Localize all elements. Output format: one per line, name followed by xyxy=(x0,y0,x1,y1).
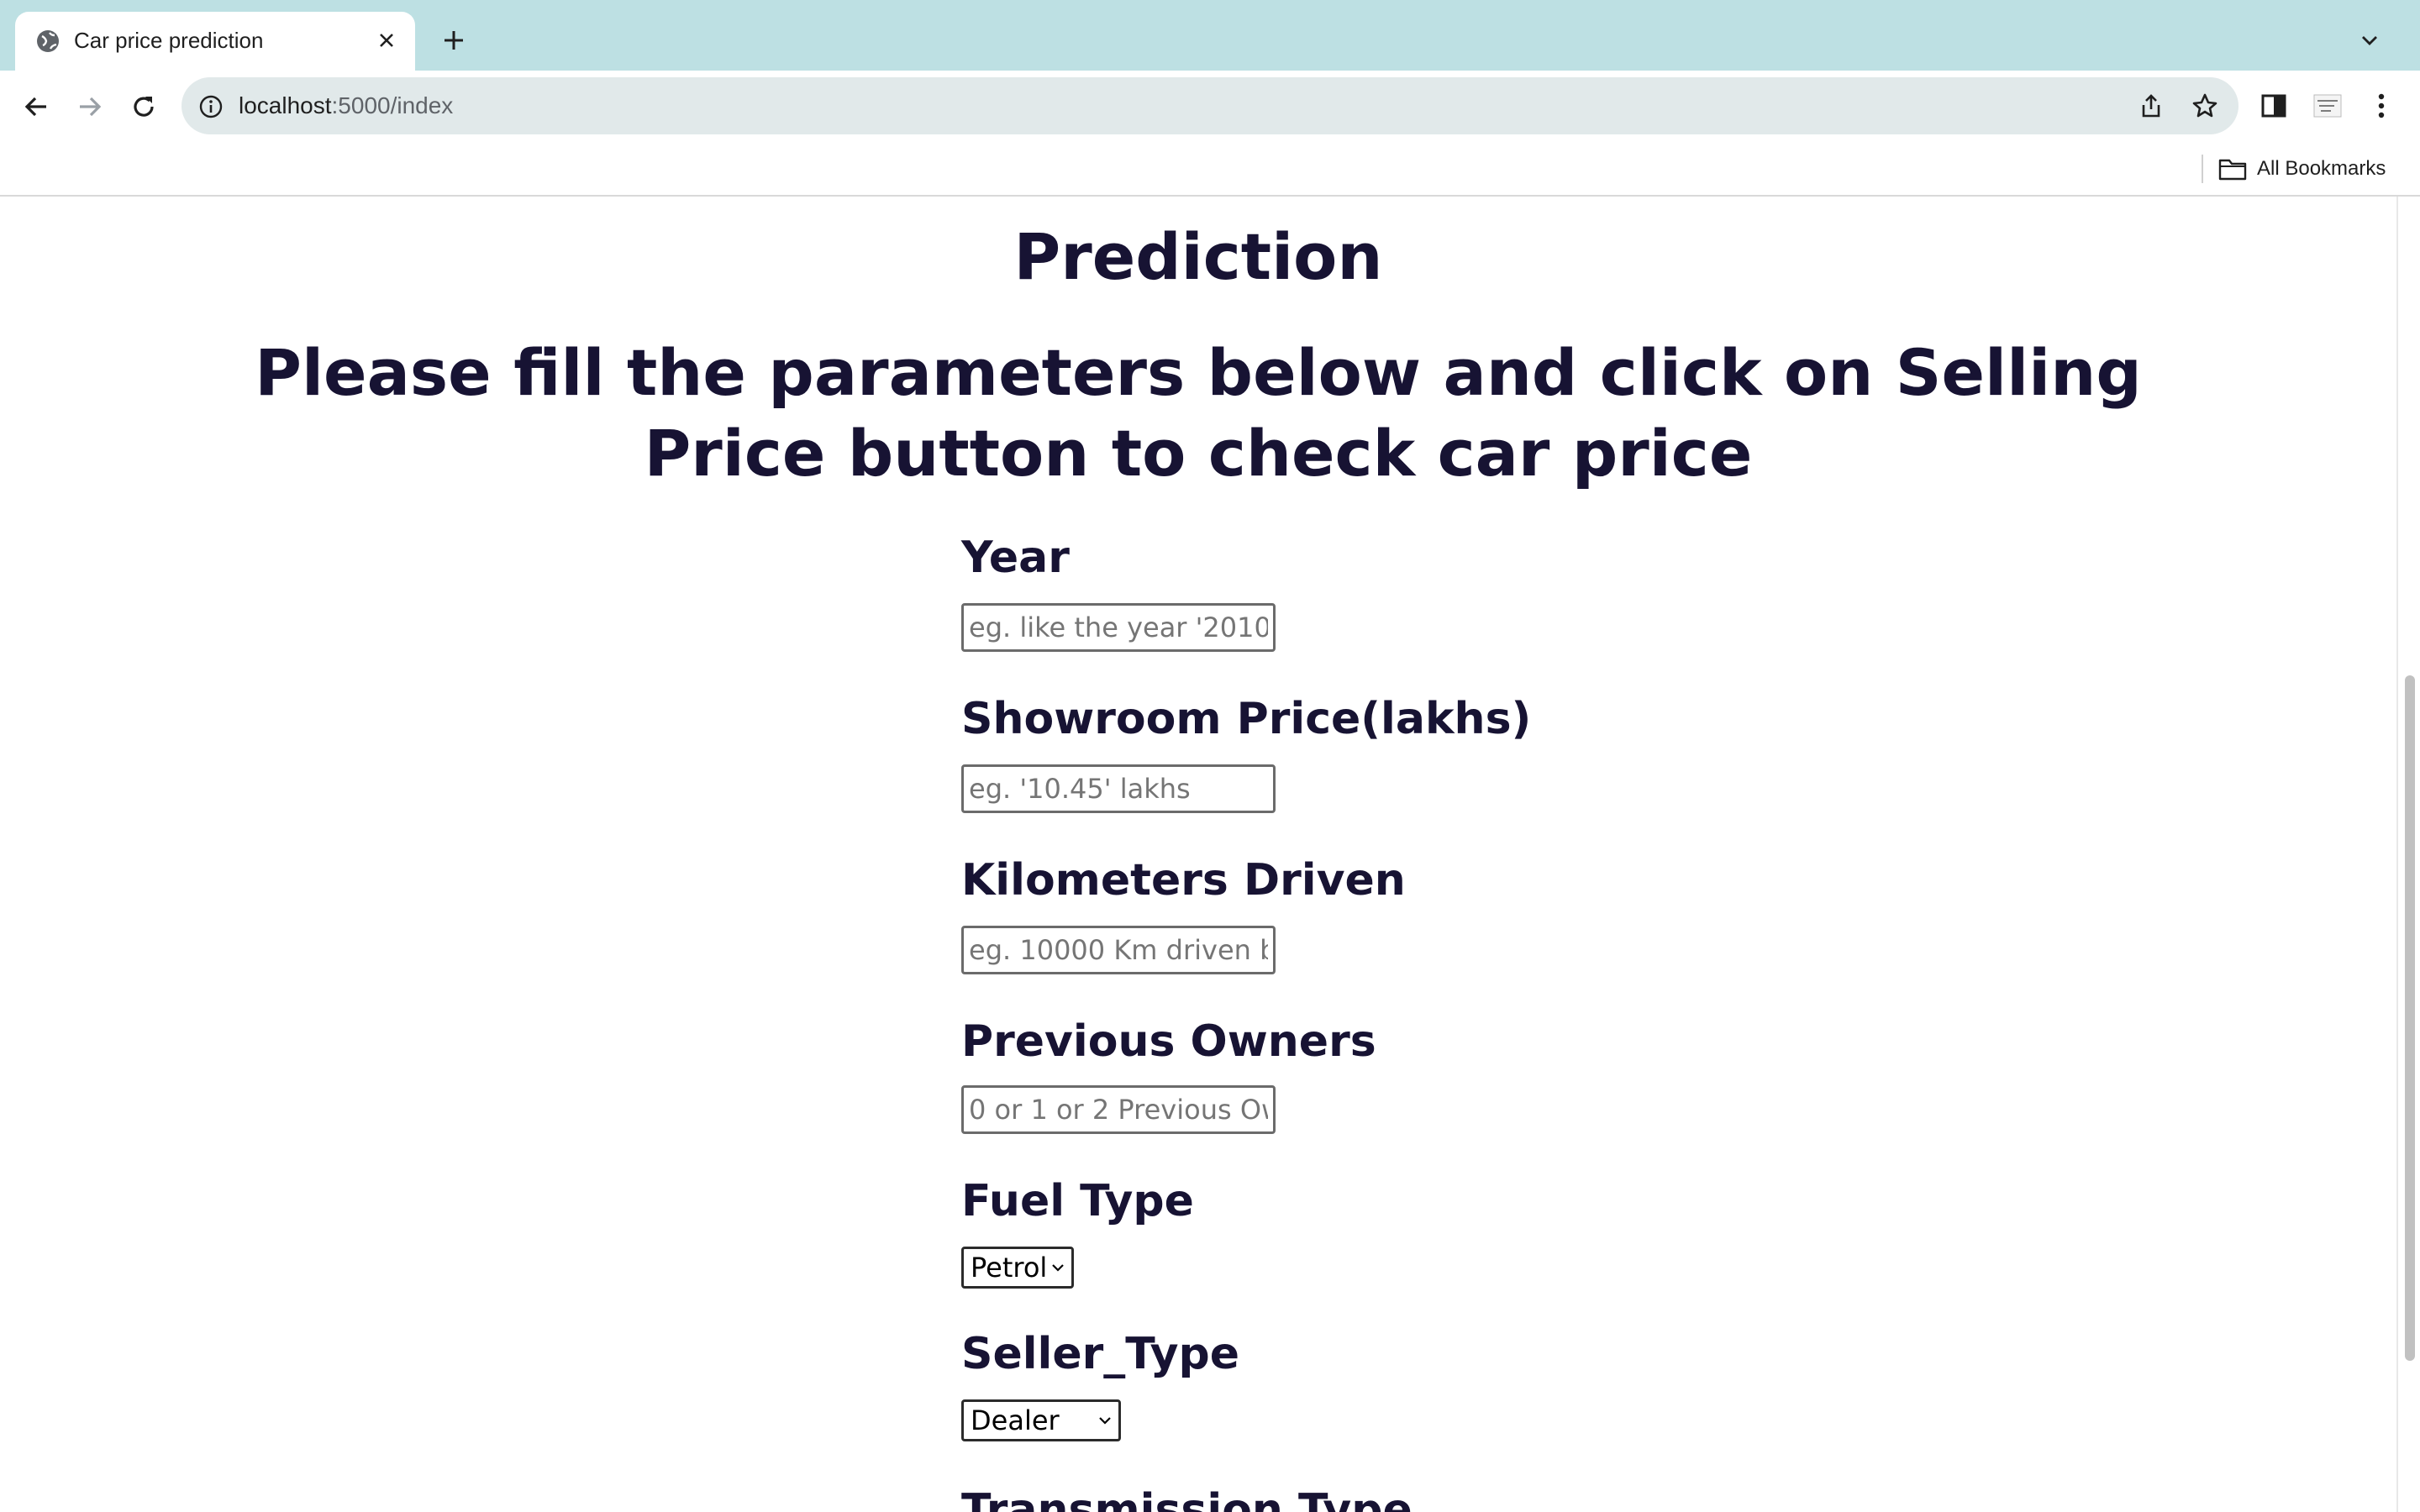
url-path: :5000/index xyxy=(331,92,454,118)
back-arrow-icon[interactable] xyxy=(17,87,55,126)
address-bar[interactable]: localhost:5000/index xyxy=(182,77,2238,134)
chevron-down-icon xyxy=(1099,1417,1111,1425)
kilometers-driven-label: Kilometers Driven xyxy=(961,855,1406,906)
scrollbar-thumb[interactable] xyxy=(2405,675,2415,1361)
fuel-type-select[interactable]: Petrol xyxy=(961,1247,1074,1289)
page-scrollbar[interactable] xyxy=(2396,197,2420,1512)
seller-type-value: Dealer xyxy=(971,1404,1060,1436)
bookmark-separator xyxy=(2202,155,2203,183)
browser-tab[interactable]: Car price prediction xyxy=(15,12,415,71)
forward-arrow-icon[interactable] xyxy=(71,87,109,126)
profile-avatar-icon[interactable] xyxy=(2309,87,2346,124)
more-menu-icon[interactable] xyxy=(2363,87,2400,124)
page-subtitle: Please fill the parameters below and cli… xyxy=(255,335,2142,491)
tab-title: Car price prediction xyxy=(74,28,264,53)
page-title: Prediction xyxy=(1013,219,1383,294)
reload-icon[interactable] xyxy=(124,87,163,126)
page-viewport: Prediction Please fill the parameters be… xyxy=(0,197,2396,1512)
year-label: Year xyxy=(961,533,1070,583)
url-host: localhost xyxy=(239,92,332,118)
info-icon[interactable] xyxy=(198,94,224,119)
bookmark-bar: All Bookmarks xyxy=(0,143,2420,197)
transmission-type-label: Transmission Type xyxy=(961,1485,1413,1512)
bookmark-star-icon[interactable] xyxy=(2190,91,2220,121)
globe-icon xyxy=(37,30,59,52)
new-tab-icon[interactable] xyxy=(435,22,472,59)
seller-type-select[interactable]: Dealer xyxy=(961,1399,1121,1441)
close-tab-icon[interactable] xyxy=(371,25,402,55)
fuel-type-value: Petrol xyxy=(971,1252,1048,1284)
all-bookmarks-label: All Bookmarks xyxy=(2257,157,2386,180)
folder-icon xyxy=(2218,159,2247,181)
url-text: localhost:5000/index xyxy=(239,91,453,121)
chevron-down-icon xyxy=(1052,1264,1064,1272)
browser-toolbar: localhost:5000/index xyxy=(0,71,2420,143)
tab-strip: Car price prediction xyxy=(0,0,2420,71)
showroom-price-label: Showroom Price(lakhs) xyxy=(961,694,1532,744)
previous-owners-label: Previous Owners xyxy=(961,1016,1376,1067)
share-icon[interactable] xyxy=(2136,91,2166,121)
year-input[interactable] xyxy=(961,603,1276,652)
seller-type-label: Seller_Type xyxy=(961,1329,1239,1379)
showroom-price-input[interactable] xyxy=(961,764,1276,813)
side-panel-icon[interactable] xyxy=(2255,87,2292,124)
kilometers-driven-input[interactable] xyxy=(961,926,1276,974)
previous-owners-input[interactable] xyxy=(961,1085,1276,1134)
fuel-type-label: Fuel Type xyxy=(961,1176,1194,1226)
chevron-down-icon[interactable] xyxy=(2353,24,2386,57)
all-bookmarks-button[interactable]: All Bookmarks xyxy=(2218,151,2386,186)
